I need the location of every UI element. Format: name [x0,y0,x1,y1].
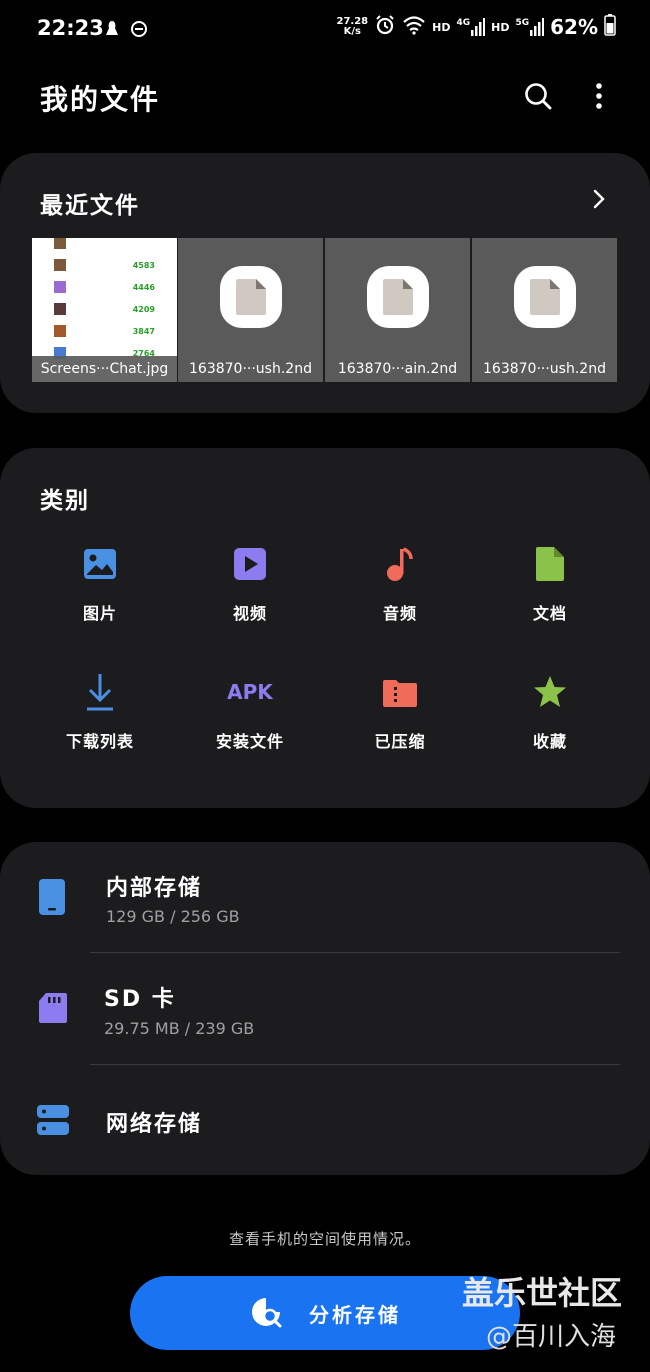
network-storage-icon [36,1104,70,1140]
categories-title: 类别 [40,488,90,514]
signal-5g-icon: 5G [515,18,545,36]
archive-icon [325,670,475,714]
category-images[interactable]: 图片 [25,542,175,624]
notification-icon [104,19,120,43]
divider [90,952,620,953]
do-not-disturb-icon [130,20,148,42]
file-icon [367,266,429,328]
category-favorites[interactable]: 收藏 [475,670,625,752]
document-icon [475,542,625,586]
recent-file-name: 163870···ush.2nd [472,356,617,382]
recent-files-more-button[interactable] [592,188,606,214]
storage-network-item[interactable] [0,1066,650,1166]
storage-network-name: 网络存储 [106,1112,203,1137]
storage-sd-usage: 29.75 MB / 239 GB [104,1019,255,1038]
analyze-hint: 查看手机的空间使用情况。 [228,1230,421,1248]
hd-badge-2: HD [491,20,510,34]
category-documents[interactable]: 文档 [475,542,625,624]
alarm-icon [374,14,396,40]
recent-file-name: 163870···ush.2nd [178,356,323,382]
download-icon [25,670,175,714]
image-icon [25,542,175,586]
signal-4g-icon: 4G [456,18,486,36]
list-item: 4446 [42,278,167,296]
recent-file-thumb[interactable]: 163870···ush.2nd [472,238,617,382]
recent-file-thumb[interactable]: 163870···ush.2nd [178,238,323,382]
status-time: 22:23 [37,16,104,40]
divider [90,1064,620,1065]
chevron-right-icon [593,189,605,209]
storage-sd-name: SD 卡 [104,987,176,1012]
recent-file-name: 163870···ain.2nd [325,356,470,382]
wifi-icon [402,15,426,39]
page-title: 我的文件 [40,83,161,116]
category-downloads[interactable]: 下载列表 [25,670,175,752]
category-videos[interactable]: 视频 [175,542,325,624]
search-icon [525,83,552,110]
category-install-files[interactable]: APK 安装文件 [175,670,325,752]
storage-internal-usage: 129 GB / 256 GB [106,907,240,926]
music-icon [325,542,475,586]
storage-sd-item[interactable] [0,954,650,1064]
battery-level: 62% [550,15,598,39]
recent-files-title: 最近文件 [40,193,140,219]
more-options-button[interactable] [583,80,615,112]
watermark-community: 盖乐世社区 [462,1274,623,1312]
hd-badge-1: HD [432,20,451,34]
star-icon [475,670,625,714]
category-audio[interactable]: 音频 [325,542,475,624]
list-item: 4583 [42,256,167,274]
search-button[interactable] [522,80,554,112]
storage-analysis-icon [252,1298,282,1328]
recent-file-thumb[interactable]: 4583 4446 4209 3847 2764 Screens···Chat.… [32,238,177,382]
list-item: 4209 [42,300,167,318]
file-icon [514,266,576,328]
recent-file-thumb[interactable]: 163870···ain.2nd [325,238,470,382]
more-vertical-icon [596,83,602,109]
analyze-storage-label: 分析存储 [309,1302,401,1327]
net-speed: 27.28 K/s [336,16,369,37]
category-compressed[interactable]: 已压缩 [325,670,475,752]
apk-icon: APK [227,680,273,704]
storage-internal-item[interactable] [0,852,650,952]
categories-card [0,448,650,808]
phone-icon [38,878,66,920]
video-icon [175,542,325,586]
battery-icon [604,14,616,40]
sd-card-icon [38,992,68,1028]
recent-file-name: Screens···Chat.jpg [32,356,177,382]
file-icon [220,266,282,328]
list-item: 3847 [42,322,167,340]
watermark-user: @百川入海 [486,1322,617,1352]
storage-internal-name: 内部存储 [106,876,203,901]
